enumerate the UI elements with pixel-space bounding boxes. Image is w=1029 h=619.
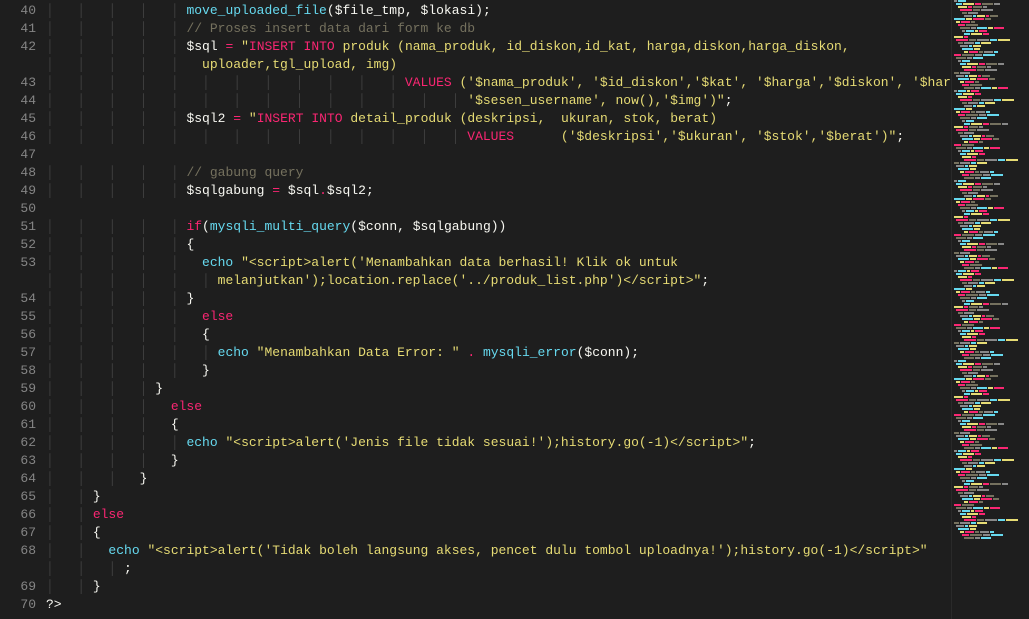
- line-number: 57: [6, 344, 36, 362]
- code-line[interactable]: │ │ │ │ │ │ echo "Menambahkan Data Error…: [46, 344, 1029, 362]
- line-number: 45: [6, 110, 36, 128]
- line-number: [6, 560, 36, 578]
- code-line[interactable]: │ │ │ │ {: [46, 416, 1029, 434]
- line-number: 53: [6, 254, 36, 272]
- line-number: 70: [6, 596, 36, 614]
- line-number: 42: [6, 38, 36, 56]
- code-line[interactable]: │ │ │ │ │ {: [46, 236, 1029, 254]
- code-line[interactable]: │ │ │ }: [46, 470, 1029, 488]
- line-number: 61: [6, 416, 36, 434]
- code-line[interactable]: │ │ echo "<script>alert('Tidak boleh lan…: [46, 542, 1029, 560]
- line-number: 66: [6, 506, 36, 524]
- line-number: 44: [6, 92, 36, 110]
- code-editor[interactable]: 404142 4344454647484950515253 545556575859…: [0, 0, 1029, 619]
- code-line[interactable]: │ │ │ │ else: [46, 398, 1029, 416]
- line-number: 50: [6, 200, 36, 218]
- minimap[interactable]: [951, 0, 1029, 619]
- code-line[interactable]: │ │ │ │ │ │ melanjutkan');location.repla…: [46, 272, 1029, 290]
- line-number: 48: [6, 164, 36, 182]
- line-number: 68: [6, 542, 36, 560]
- line-number: 55: [6, 308, 36, 326]
- line-number: 54: [6, 290, 36, 308]
- code-line[interactable]: │ │ │ │ │ $sqlgabung = $sql.$sql2;: [46, 182, 1029, 200]
- code-line[interactable]: │ │ │ │ │ {: [46, 326, 1029, 344]
- line-number: 65: [6, 488, 36, 506]
- code-line[interactable]: │ │ │ │ │ move_uploaded_file($file_tmp, …: [46, 2, 1029, 20]
- code-line[interactable]: │ │ │ │ │ }: [46, 362, 1029, 380]
- code-line[interactable]: │ │ │ │ │ │ │ │ │ │ │ │ │ │ VALUES ('$de…: [46, 128, 1029, 146]
- line-number: 56: [6, 326, 36, 344]
- code-line[interactable]: │ │ │ │ }: [46, 380, 1029, 398]
- line-number: 62: [6, 434, 36, 452]
- line-number: [6, 272, 36, 290]
- code-line[interactable]: │ │ │ │ │ // Proses insert data dari for…: [46, 20, 1029, 38]
- line-number: 67: [6, 524, 36, 542]
- code-line[interactable]: │ │ │ │ │ $sql2 = "INSERT INTO detail_pr…: [46, 110, 1029, 128]
- code-line[interactable]: │ │ │ ;: [46, 560, 1029, 578]
- line-number: 43: [6, 74, 36, 92]
- line-number: 58: [6, 362, 36, 380]
- code-line[interactable]: │ │ │ │ }: [46, 452, 1029, 470]
- code-line[interactable]: ?>: [46, 596, 1029, 614]
- code-line[interactable]: │ │ │ │ │ if(mysqli_multi_query($conn, $…: [46, 218, 1029, 236]
- line-number-gutter: 404142 4344454647484950515253 545556575859…: [0, 0, 46, 619]
- line-number: 59: [6, 380, 36, 398]
- code-line[interactable]: │ │ │ │ │ // gabung query: [46, 164, 1029, 182]
- line-number: 60: [6, 398, 36, 416]
- line-number: 41: [6, 20, 36, 38]
- code-line[interactable]: │ │ }: [46, 488, 1029, 506]
- code-line[interactable]: │ │ else: [46, 506, 1029, 524]
- code-line[interactable]: │ │ │ │ │ echo "<script>alert('Menambahk…: [46, 254, 1029, 272]
- code-line[interactable]: │ │ }: [46, 578, 1029, 596]
- line-number: 69: [6, 578, 36, 596]
- line-number: 63: [6, 452, 36, 470]
- code-line[interactable]: │ │ │ │ │ else: [46, 308, 1029, 326]
- line-number: [6, 56, 36, 74]
- code-line[interactable]: │ │ │ │ │ echo "<script>alert('Jenis fil…: [46, 434, 1029, 452]
- line-number: 40: [6, 2, 36, 20]
- code-line[interactable]: [46, 146, 1029, 164]
- code-content[interactable]: │ │ │ │ │ move_uploaded_file($file_tmp, …: [46, 0, 1029, 619]
- code-line[interactable]: │ │ │ │ │ │ │ │ │ │ │ │ VALUES ('$nama_p…: [46, 74, 1029, 92]
- code-line[interactable]: │ │ │ │ │ │ │ │ │ │ │ │ │ │ '$sesen_user…: [46, 92, 1029, 110]
- line-number: 52: [6, 236, 36, 254]
- code-line[interactable]: [46, 200, 1029, 218]
- line-number: 49: [6, 182, 36, 200]
- code-line[interactable]: │ │ │ │ │ $sql = "INSERT INTO produk (na…: [46, 38, 1029, 56]
- code-line[interactable]: │ │ │ │ │ uploader,tgl_upload, img): [46, 56, 1029, 74]
- code-line[interactable]: │ │ {: [46, 524, 1029, 542]
- line-number: 46: [6, 128, 36, 146]
- line-number: 64: [6, 470, 36, 488]
- code-line[interactable]: │ │ │ │ │ }: [46, 290, 1029, 308]
- line-number: 51: [6, 218, 36, 236]
- line-number: 47: [6, 146, 36, 164]
